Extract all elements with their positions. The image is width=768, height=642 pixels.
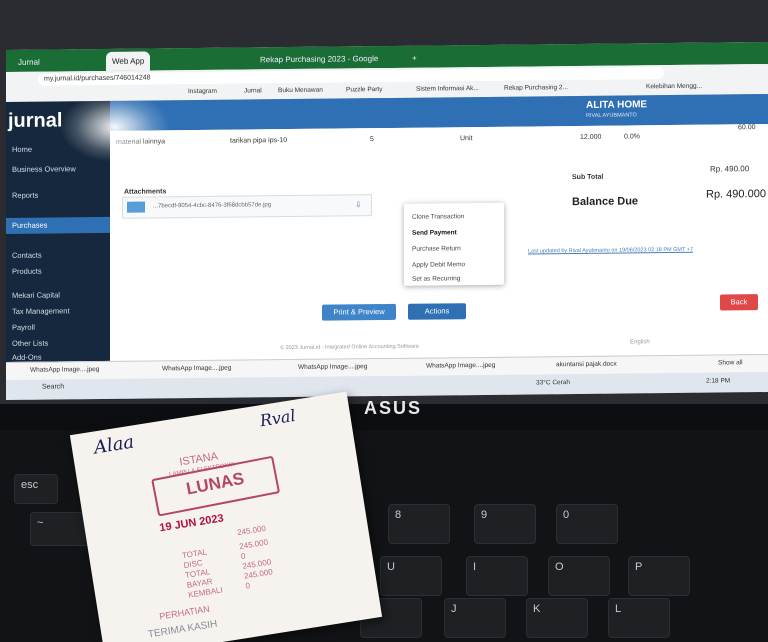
key: ~: [30, 512, 90, 546]
item-product: material lainnya: [116, 138, 166, 146]
sidebar: jurnal Home Business Overview Reports Pu…: [6, 100, 110, 362]
menu-apply-debit-memo[interactable]: Apply Debit Memo: [412, 261, 465, 269]
paper-receipt: Alaa Rval ISTANA LAMPU & ELEKTRONIK LUNA…: [69, 391, 383, 642]
sidebar-item-mekari-capital[interactable]: Mekari Capital: [6, 287, 110, 304]
key: 8: [388, 504, 450, 544]
tab-jurnal[interactable]: Jurnal: [12, 53, 46, 72]
item-price: 12.000: [580, 133, 602, 141]
totals-value: 0: [240, 551, 247, 561]
weather-widget[interactable]: 33°C Cerah: [536, 379, 570, 386]
key: U: [380, 556, 442, 596]
item-unit: Unit: [460, 135, 473, 143]
download-item[interactable]: WhatsApp Image....jpeg: [30, 366, 99, 374]
balance-label: Balance Due: [572, 195, 639, 209]
bookmark-sistem[interactable]: Sistem Informasi Ak...: [416, 85, 479, 93]
totals-value: 245.000: [238, 537, 269, 552]
bookmark-kelebihan[interactable]: Kelebihan Mengg...: [646, 83, 702, 91]
attachments-label: Attachments: [124, 188, 167, 196]
print-preview-button[interactable]: Print & Preview: [322, 303, 396, 321]
new-tab-button[interactable]: +: [406, 49, 423, 68]
actions-button[interactable]: Actions: [408, 303, 466, 320]
bookmark-rekap[interactable]: Rekap Purchasing 2...: [504, 84, 568, 92]
key: P: [628, 556, 690, 596]
sidebar-item-payroll[interactable]: Payroll: [6, 319, 110, 336]
subtotal-label: Sub Total: [572, 173, 604, 182]
download-item[interactable]: WhatsApp Image....jpeg: [162, 365, 231, 373]
menu-clone-transaction[interactable]: Clone Transaction: [412, 213, 464, 221]
download-icon[interactable]: ⇩: [355, 200, 362, 209]
item-qty: 5: [370, 136, 374, 144]
bookmark-jurnal[interactable]: Jurnal: [244, 87, 262, 94]
item-discount: 0.0%: [624, 133, 640, 141]
handwritten-note: Alaa: [92, 431, 136, 459]
show-all-button[interactable]: Show all: [718, 359, 743, 366]
sidebar-item-home[interactable]: Home: [6, 141, 110, 158]
key: O: [548, 556, 610, 596]
menu-purchase-return[interactable]: Purchase Return: [412, 245, 461, 253]
sidebar-item-contacts[interactable]: Contacts: [6, 247, 110, 264]
company-user: RIVAL AYUBMANTO: [586, 112, 637, 119]
photo: Jurnal Web App Rekap Purchasing 2023 - G…: [0, 0, 768, 642]
download-item[interactable]: akuntansi pajak.docx: [556, 361, 617, 369]
back-button[interactable]: Back: [720, 294, 758, 311]
app-logo: jurnal: [8, 109, 63, 132]
key: 9: [474, 504, 536, 544]
download-item[interactable]: WhatsApp Image....jpeg: [298, 363, 367, 371]
tab-rekap-purchasing[interactable]: Rekap Purchasing 2023 - Google: [254, 49, 384, 69]
download-item[interactable]: WhatsApp Image....jpeg: [426, 362, 495, 370]
bookmark-instagram[interactable]: Instagram: [188, 88, 217, 95]
key: K: [526, 598, 588, 638]
language-select[interactable]: English: [630, 339, 650, 345]
sidebar-item-business-overview[interactable]: Business Overview: [6, 161, 110, 178]
receipt-footer: TERIMA KASIH: [147, 618, 219, 641]
sidebar-item-tax[interactable]: Tax Management: [6, 303, 110, 320]
receipt-notice: PERHATIAN: [158, 603, 211, 622]
item-description: tarikan pipa ips-10: [230, 137, 288, 145]
sidebar-item-purchases[interactable]: Purchases: [6, 216, 110, 234]
sidebar-item-reports[interactable]: Reports: [6, 187, 110, 204]
laptop-screen: Jurnal Web App Rekap Purchasing 2023 - G…: [6, 42, 768, 400]
key: I: [466, 556, 528, 596]
attachment-item[interactable]: ...7becdf-9054-4cbc-8476-3f68dcbb57de.jp…: [122, 194, 372, 219]
item-amount: 60.00: [738, 124, 756, 132]
tab-web-app[interactable]: Web App: [106, 51, 151, 71]
key: esc: [14, 474, 58, 504]
balance-value: Rp. 490.000: [706, 188, 766, 201]
taskbar-clock[interactable]: 2:18 PM: [706, 377, 730, 384]
company-name[interactable]: ALITA HOME: [586, 99, 647, 111]
laptop-brand-logo: ASUS: [364, 398, 423, 418]
purchase-detail: material lainnya tarikan pipa ips-10 5 U…: [110, 124, 768, 361]
item-price: 245.000: [236, 523, 267, 538]
footer-copyright: © 2023 Jurnal.id - Integrated Online Acc…: [280, 343, 419, 352]
sidebar-item-products[interactable]: Products: [6, 263, 110, 280]
key: L: [608, 598, 670, 638]
image-icon: [127, 201, 145, 213]
subtotal-value: Rp. 490.00: [710, 164, 750, 174]
key: 0: [556, 504, 618, 544]
last-updated[interactable]: Last updated by Rival Ayubmanto on 19/06…: [528, 247, 693, 255]
totals-value: 0: [244, 581, 251, 591]
actions-menu: Clone Transaction Send Payment Purchase …: [404, 202, 504, 286]
menu-set-recurring[interactable]: Set as Recurring: [412, 275, 460, 283]
date-stamp: 19 JUN 2023: [158, 512, 225, 535]
handwritten-signature: Rval: [258, 405, 297, 431]
attachment-filename[interactable]: ...7becdf-9054-4cbc-8476-3f68dcbb57de.jp…: [153, 202, 271, 209]
taskbar-search[interactable]: Search: [42, 383, 64, 390]
key: J: [444, 598, 506, 638]
bookmark-buku[interactable]: Buku Menawan: [278, 87, 323, 94]
bookmark-puzzle[interactable]: Puzzle Party: [346, 86, 383, 93]
menu-send-payment[interactable]: Send Payment: [412, 229, 457, 236]
